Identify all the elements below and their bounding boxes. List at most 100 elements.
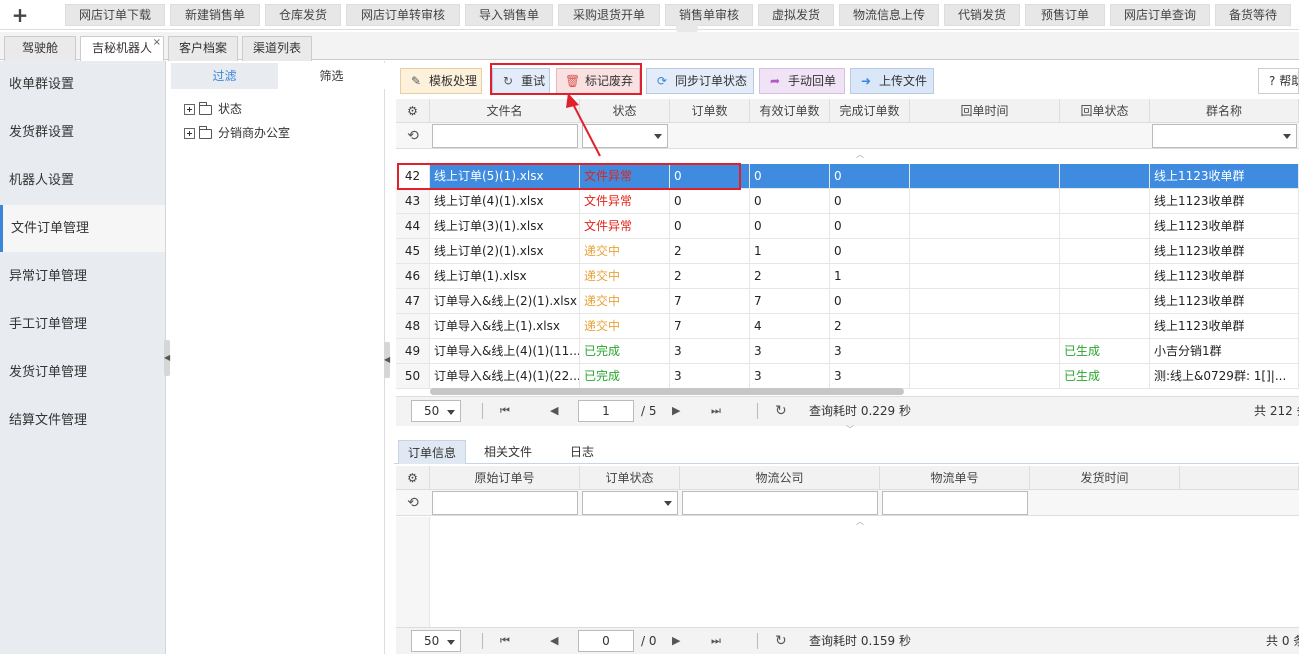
tab-cockpit[interactable]: 驾驶舱 [4, 36, 76, 61]
cell-order-count[interactable]: 3 [670, 364, 750, 389]
cell-file-name[interactable]: 订单导入&线上(2)(1).xlsx [430, 289, 580, 314]
column-header-original-order-no[interactable]: 原始订单号 [430, 466, 580, 490]
cell-return-status[interactable] [1060, 289, 1150, 314]
tab-channel-list[interactable]: 渠道列表 [242, 36, 312, 61]
cell-file-name[interactable]: 订单导入&线上(4)(1)(22... [430, 364, 580, 389]
menu-item-settlement-file[interactable]: 结算文件管理 [0, 397, 165, 444]
tab-log[interactable]: 日志 [548, 440, 616, 464]
menu-item-file-order[interactable]: 文件订单管理 [0, 205, 165, 252]
tab-related-files[interactable]: 相关文件 [474, 440, 542, 464]
cell-group-name[interactable]: 线上1123收单群 [1150, 164, 1299, 189]
cell-order-count[interactable]: 0 [670, 214, 750, 239]
cell-group-name[interactable]: 小吉分销1群 [1150, 339, 1299, 364]
cell-return-time[interactable] [910, 364, 1060, 389]
page-number-input[interactable]: 1 [578, 400, 634, 422]
column-header-order-status[interactable]: 订单状态 [580, 466, 680, 490]
row-number[interactable]: 45 [396, 239, 430, 264]
cell-return-status[interactable] [1060, 214, 1150, 239]
cell-status[interactable]: 文件异常 [580, 189, 670, 214]
cell-file-name[interactable]: 线上订单(2)(1).xlsx [430, 239, 580, 264]
toolbar-button-sales-review[interactable]: 销售单审核 [665, 4, 753, 26]
cell-valid-orders[interactable]: 2 [750, 264, 830, 289]
filter-group-select[interactable] [1152, 124, 1297, 148]
page-number-input[interactable]: 0 [578, 630, 634, 652]
menu-item-manual-order[interactable]: 手工订单管理 [0, 301, 165, 348]
cell-group-name[interactable]: 线上1123收单群 [1150, 214, 1299, 239]
expand-icon[interactable] [184, 104, 195, 115]
column-header-valid-orders[interactable]: 有效订单数 [750, 99, 830, 123]
cell-group-name[interactable]: 线上1123收单群 [1150, 289, 1299, 314]
cell-order-count[interactable]: 2 [670, 239, 750, 264]
cell-return-status[interactable] [1060, 239, 1150, 264]
refresh-icon[interactable]: ⟲ [396, 490, 430, 516]
cell-return-time[interactable] [910, 214, 1060, 239]
toolbar-button-import-sales[interactable]: 导入销售单 [465, 4, 553, 26]
tab-order-info[interactable]: 订单信息 [398, 440, 466, 464]
cell-group-name[interactable]: 测:线上&0729群: 1[]|... [1150, 364, 1299, 389]
filter-order-status-select[interactable] [582, 491, 678, 515]
first-page-icon[interactable]: ⏮ [500, 400, 510, 422]
page-size-select[interactable]: 50 [411, 400, 461, 422]
cell-return-time[interactable] [910, 314, 1060, 339]
toolbar-button-virtual-ship[interactable]: 虚拟发货 [758, 4, 834, 26]
cell-return-time[interactable] [910, 339, 1060, 364]
close-tab-icon[interactable]: × [153, 31, 161, 54]
last-page-icon[interactable]: ⏭ [711, 630, 721, 652]
help-button[interactable]: ? 帮助 [1258, 68, 1299, 94]
collapse-filter-handle[interactable]: ◀ [384, 342, 390, 378]
menu-item-ship-order[interactable]: 发货订单管理 [0, 349, 165, 396]
subgrid-settings-icon[interactable]: ⚙ [396, 466, 430, 490]
tree-node-distributor[interactable]: 分销商办公室 [184, 124, 290, 142]
cell-done-orders[interactable]: 2 [830, 314, 910, 339]
cell-return-time[interactable] [910, 264, 1060, 289]
toolbar-button-online-order-download[interactable]: 网店订单下载 [65, 4, 165, 26]
collapse-filter-caret[interactable]: ︿ [856, 516, 864, 527]
cell-status[interactable]: 递交中 [580, 264, 670, 289]
splitter-caret[interactable]: ﹀ [846, 424, 854, 435]
toolbar-button-new-sales-order[interactable]: 新建销售单 [170, 4, 260, 26]
cell-return-time[interactable] [910, 239, 1060, 264]
cell-done-orders[interactable]: 0 [830, 164, 910, 189]
filter-logistics-input[interactable] [682, 491, 878, 515]
column-header-return-time[interactable]: 回单时间 [910, 99, 1060, 123]
cell-status[interactable]: 文件异常 [580, 214, 670, 239]
tree-node-status[interactable]: 状态 [184, 100, 242, 118]
upload-file-button[interactable]: ➜ 上传文件 [850, 68, 934, 94]
tab-filter[interactable]: 过滤 [171, 63, 278, 89]
cell-valid-orders[interactable]: 0 [750, 214, 830, 239]
toolbar-button-logistics-upload[interactable]: 物流信息上传 [839, 4, 939, 26]
cell-file-name[interactable]: 订单导入&线上(4)(1)(11... [430, 339, 580, 364]
column-header-return-status[interactable]: 回单状态 [1060, 99, 1150, 123]
cell-return-time[interactable] [910, 189, 1060, 214]
menu-item-ship-group[interactable]: 发货群设置 [0, 109, 165, 156]
row-number[interactable]: 48 [396, 314, 430, 339]
cell-done-orders[interactable]: 0 [830, 189, 910, 214]
tab-customer-archive[interactable]: 客户档案 [168, 36, 238, 61]
cell-return-status[interactable]: 已生成 [1060, 339, 1150, 364]
cell-file-name[interactable]: 线上订单(1).xlsx [430, 264, 580, 289]
row-number[interactable]: 49 [396, 339, 430, 364]
toolbar-button-warehouse-ship[interactable]: 仓库发货 [265, 4, 341, 26]
reload-icon[interactable]: ↻ [775, 400, 787, 422]
cell-status[interactable]: 递交中 [580, 314, 670, 339]
cell-order-count[interactable]: 2 [670, 264, 750, 289]
toolbar-button-presale-order[interactable]: 预售订单 [1025, 4, 1105, 26]
toolbar-button-purchase-return[interactable]: 采购退货开单 [558, 4, 660, 26]
next-page-icon[interactable]: ▶ [672, 630, 680, 652]
column-header-ship-time[interactable]: 发货时间 [1030, 466, 1180, 490]
column-header-logistics-company[interactable]: 物流公司 [680, 466, 880, 490]
cell-done-orders[interactable]: 0 [830, 239, 910, 264]
collapse-menu-handle[interactable]: ◀ [164, 340, 170, 376]
cell-valid-orders[interactable]: 3 [750, 339, 830, 364]
cell-valid-orders[interactable]: 4 [750, 314, 830, 339]
cell-order-count[interactable]: 7 [670, 289, 750, 314]
cell-done-orders[interactable]: 0 [830, 289, 910, 314]
cell-valid-orders[interactable]: 3 [750, 364, 830, 389]
first-page-icon[interactable]: ⏮ [500, 630, 510, 652]
cell-group-name[interactable]: 线上1123收单群 [1150, 264, 1299, 289]
column-header-group-name[interactable]: 群名称 [1150, 99, 1299, 123]
cell-order-count[interactable]: 7 [670, 314, 750, 339]
cell-valid-orders[interactable]: 7 [750, 289, 830, 314]
toolbar-button-consign-ship[interactable]: 代销发货 [944, 4, 1020, 26]
cell-status[interactable]: 递交中 [580, 289, 670, 314]
